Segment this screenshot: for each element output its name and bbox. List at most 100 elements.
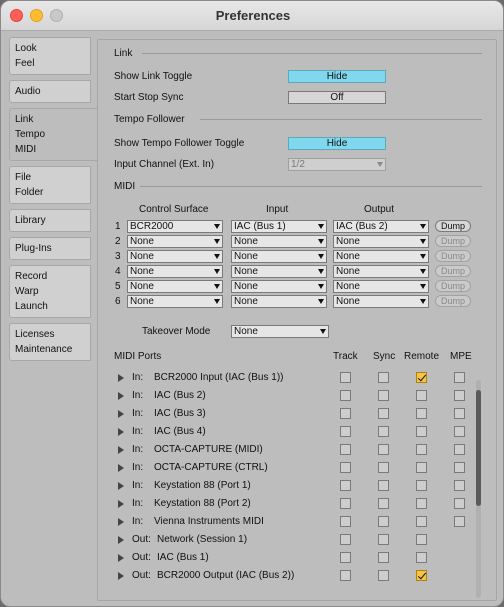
remote-checkbox[interactable] [416, 462, 427, 473]
track-checkbox[interactable] [340, 552, 351, 563]
show-link-toggle-button[interactable]: Hide [288, 70, 386, 83]
control-surface-surface-select[interactable]: None [127, 265, 223, 278]
mpe-checkbox[interactable] [454, 516, 465, 527]
mpe-checkbox[interactable] [454, 390, 465, 401]
remote-checkbox[interactable] [416, 570, 427, 581]
sync-checkbox[interactable] [378, 462, 389, 473]
expand-triangle-icon[interactable] [118, 374, 124, 382]
sidebar-tab-library[interactable]: Library [9, 209, 91, 232]
mpe-checkbox[interactable] [454, 498, 465, 509]
mpe-checkbox[interactable] [454, 426, 465, 437]
sidebar-tab-file-folder[interactable]: File Folder [9, 166, 91, 204]
control-surface-input-select[interactable]: None [231, 235, 327, 248]
control-surface-surface-select[interactable]: None [127, 250, 223, 263]
input-channel-select[interactable]: 1/2 [288, 158, 386, 171]
control-surface-output-select[interactable]: None [333, 295, 429, 308]
expand-triangle-icon[interactable] [118, 410, 124, 418]
expand-triangle-icon[interactable] [118, 500, 124, 508]
track-checkbox[interactable] [340, 480, 351, 491]
mpe-checkbox[interactable] [454, 480, 465, 491]
sync-checkbox[interactable] [378, 372, 389, 383]
remote-checkbox[interactable] [416, 552, 427, 563]
expand-triangle-icon[interactable] [118, 536, 124, 544]
sync-checkbox[interactable] [378, 516, 389, 527]
remote-checkbox[interactable] [416, 372, 427, 383]
track-checkbox[interactable] [340, 426, 351, 437]
takeover-mode-select[interactable]: None [231, 325, 329, 338]
control-surface-output-select[interactable]: None [333, 250, 429, 263]
remote-checkbox[interactable] [416, 426, 427, 437]
sidebar-tab-label: Feel [15, 58, 35, 69]
sidebar-tab-label: Licenses [15, 329, 55, 340]
surface-value: None [130, 266, 154, 277]
start-stop-sync-button[interactable]: Off [288, 91, 386, 104]
control-surface-output-select[interactable]: None [333, 280, 429, 293]
sync-checkbox[interactable] [378, 570, 389, 581]
mpe-checkbox[interactable] [454, 462, 465, 473]
sidebar-tab-record-warp-launch[interactable]: Record Warp Launch [9, 265, 91, 318]
dump-button[interactable]: Dump [435, 220, 471, 232]
remote-checkbox[interactable] [416, 516, 427, 527]
sync-checkbox[interactable] [378, 480, 389, 491]
midi-ports-scrollbar[interactable] [476, 380, 481, 598]
track-checkbox[interactable] [340, 444, 351, 455]
expand-triangle-icon[interactable] [118, 572, 124, 580]
control-surface-surface-select[interactable]: None [127, 280, 223, 293]
expand-triangle-icon[interactable] [118, 446, 124, 454]
control-surface-input-select[interactable]: None [231, 280, 327, 293]
mpe-checkbox[interactable] [454, 444, 465, 455]
expand-triangle-icon[interactable] [118, 518, 124, 526]
expand-triangle-icon[interactable] [118, 482, 124, 490]
sync-checkbox[interactable] [378, 444, 389, 455]
track-checkbox[interactable] [340, 372, 351, 383]
sync-checkbox[interactable] [378, 390, 389, 401]
port-name: Keystation 88 (Port 2) [154, 498, 251, 509]
mpe-checkbox[interactable] [454, 408, 465, 419]
show-tempo-follower-toggle-button[interactable]: Hide [288, 137, 386, 150]
dump-button[interactable]: Dump [435, 280, 471, 292]
mpe-checkbox[interactable] [454, 372, 465, 383]
sidebar-tab-licenses-maintenance[interactable]: Licenses Maintenance [9, 323, 91, 361]
remote-checkbox[interactable] [416, 534, 427, 545]
control-surface-input-select[interactable]: None [231, 250, 327, 263]
sync-checkbox[interactable] [378, 408, 389, 419]
expand-triangle-icon[interactable] [118, 428, 124, 436]
control-surface-output-select[interactable]: None [333, 265, 429, 278]
scrollbar-thumb[interactable] [476, 390, 481, 506]
track-checkbox[interactable] [340, 390, 351, 401]
sidebar-tab-link-tempo-midi[interactable]: Link Tempo MIDI [9, 108, 97, 161]
sidebar-tab-audio[interactable]: Audio [9, 80, 91, 103]
expand-triangle-icon[interactable] [118, 464, 124, 472]
track-checkbox[interactable] [340, 534, 351, 545]
dump-button[interactable]: Dump [435, 295, 471, 307]
dump-button[interactable]: Dump [435, 235, 471, 247]
control-surface-input-select[interactable]: IAC (Bus 1) [231, 220, 327, 233]
sidebar-tab-plug-ins[interactable]: Plug-Ins [9, 237, 91, 260]
control-surface-input-select[interactable]: None [231, 265, 327, 278]
sync-checkbox[interactable] [378, 534, 389, 545]
remote-checkbox[interactable] [416, 480, 427, 491]
remote-checkbox[interactable] [416, 444, 427, 455]
remote-checkbox[interactable] [416, 390, 427, 401]
remote-checkbox[interactable] [416, 498, 427, 509]
sidebar-tab-look-feel[interactable]: Look Feel [9, 37, 91, 75]
sync-checkbox[interactable] [378, 552, 389, 563]
sync-checkbox[interactable] [378, 426, 389, 437]
dump-button[interactable]: Dump [435, 250, 471, 262]
control-surface-output-select[interactable]: IAC (Bus 2) [333, 220, 429, 233]
control-surface-surface-select[interactable]: None [127, 295, 223, 308]
dump-button[interactable]: Dump [435, 265, 471, 277]
track-checkbox[interactable] [340, 498, 351, 509]
expand-triangle-icon[interactable] [118, 392, 124, 400]
control-surface-surface-select[interactable]: BCR2000 [127, 220, 223, 233]
expand-triangle-icon[interactable] [118, 554, 124, 562]
track-checkbox[interactable] [340, 516, 351, 527]
track-checkbox[interactable] [340, 462, 351, 473]
track-checkbox[interactable] [340, 570, 351, 581]
control-surface-output-select[interactable]: None [333, 235, 429, 248]
control-surface-input-select[interactable]: None [231, 295, 327, 308]
track-checkbox[interactable] [340, 408, 351, 419]
remote-checkbox[interactable] [416, 408, 427, 419]
sync-checkbox[interactable] [378, 498, 389, 509]
control-surface-surface-select[interactable]: None [127, 235, 223, 248]
